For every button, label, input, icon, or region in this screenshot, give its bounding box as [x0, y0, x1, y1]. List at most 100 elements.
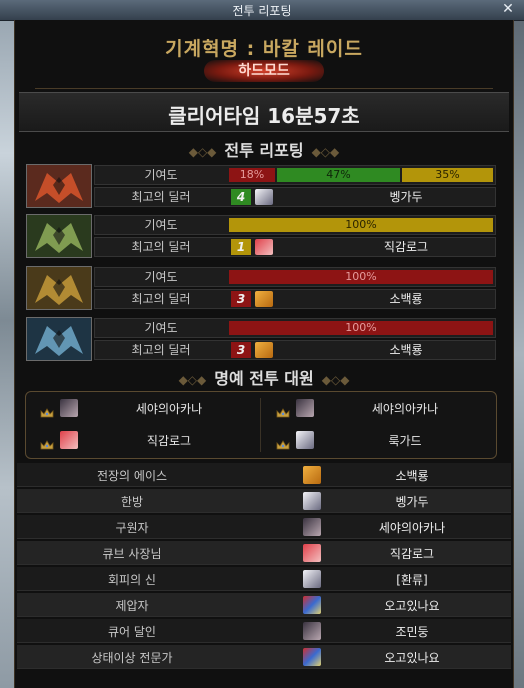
- award-title: 큐어 달인: [108, 625, 156, 639]
- honor-member-name: 룩가드: [388, 434, 422, 448]
- report-heading: 전투 리포팅: [224, 141, 304, 160]
- contribution-label: 기여도: [144, 168, 178, 182]
- dealer-name: 벵가두: [389, 190, 423, 204]
- boss-portrait: [26, 266, 92, 310]
- report-heading-row: ◆◇◆ 전투 리포팅 ◆◇◆: [15, 137, 513, 161]
- close-icon[interactable]: ✕: [500, 1, 516, 17]
- award-row: 한방 벵가두: [17, 489, 511, 513]
- window-titlebar: 전투 리포팅 ✕: [0, 0, 524, 21]
- difficulty-badge: 하드모드: [204, 60, 324, 82]
- contribution-bar: 47%: [277, 168, 400, 182]
- best-dealer-row: 최고의 딜러 1 직감로그: [94, 237, 496, 257]
- contribution-row: 기여도 100%: [94, 318, 496, 338]
- award-title: 제압자: [115, 599, 149, 613]
- award-recipient: [환류]: [396, 573, 428, 587]
- award-row: 상태이상 전문가 오고있나요: [17, 645, 511, 669]
- character-avatar: [296, 431, 314, 449]
- divider: [35, 88, 493, 89]
- award-recipient: 오고있나요: [384, 599, 440, 613]
- award-recipient: 오고있나요: [384, 651, 440, 665]
- award-title: 큐브 사장님: [102, 547, 162, 561]
- honor-heading-row: ◆◇◆ 명예 전투 대원 ◆◇◆: [15, 365, 513, 389]
- multi-color-avatar: [303, 648, 321, 666]
- honor-member-name: 직감로그: [146, 434, 192, 448]
- crown-icon: [276, 435, 290, 450]
- best-dealer-label: 최고의 딜러: [131, 292, 191, 306]
- contribution-bar: 100%: [229, 218, 493, 232]
- award-row: 전장의 에이스 소백룡: [17, 463, 511, 487]
- contribution-bar: 100%: [229, 270, 493, 284]
- award-title: 한방: [120, 495, 144, 509]
- contribution-row: 기여도 100%: [94, 215, 496, 235]
- rank-badge: 4: [231, 189, 251, 205]
- dealer-name: 소백룡: [389, 343, 423, 357]
- clear-time-box: 클리어타임 16분57초: [19, 92, 509, 132]
- honor-member: 세야의아카나: [262, 394, 496, 424]
- raid-title: 기계혁명 : 바칼 레이드: [165, 38, 363, 60]
- rank-badge: 3: [231, 291, 251, 307]
- award-title: 전장의 에이스: [96, 469, 168, 483]
- boss-row: 기여도 100% 최고의 딜러 1 직감로그: [26, 214, 496, 258]
- character-avatar: [296, 399, 314, 417]
- award-recipient: 세야의아카나: [378, 521, 446, 535]
- background-game-scene-left: [0, 20, 14, 688]
- dealer-name: 소백룡: [389, 292, 423, 306]
- boss-row: 기여도 100% 최고의 딜러 3 소백룡: [26, 266, 496, 310]
- ornament-right-icon: ◆◇◆: [321, 373, 350, 387]
- ornament-right-icon: ◆◇◆: [311, 145, 340, 159]
- best-dealer-label: 최고의 딜러: [131, 190, 191, 204]
- best-dealer-row: 최고의 딜러 4 벵가두: [94, 187, 496, 207]
- character-avatar: [60, 399, 78, 417]
- dark-hair-avatar: [303, 622, 321, 640]
- boss-portrait: [26, 214, 92, 258]
- honor-member: 룩가드: [262, 426, 496, 456]
- boss-stats: 기여도 100% 최고의 딜러 3 소백룡: [94, 266, 496, 310]
- best-dealer-label: 최고의 딜러: [131, 343, 191, 357]
- boss-row: 기여도 18% 47% 35% 최고의 딜러 4 벵가두: [26, 164, 496, 208]
- boss-stats: 기여도 18% 47% 35% 최고의 딜러 4 벵가두: [94, 164, 496, 208]
- honor-member-name: 세야의아카나: [135, 402, 203, 416]
- clear-time: 클리어타임 16분57초: [168, 104, 360, 128]
- ornament-left-icon: ◆◇◆: [178, 373, 207, 387]
- rank-badge: 1: [231, 239, 251, 255]
- best-dealer-row: 최고의 딜러 3 소백룡: [94, 289, 496, 309]
- award-recipient: 소백룡: [395, 469, 429, 483]
- character-avatar: [255, 239, 273, 255]
- award-recipient: 조민둥: [395, 625, 429, 639]
- award-recipient: 직감로그: [389, 547, 435, 561]
- crown-icon: [40, 403, 54, 418]
- divider: [260, 398, 261, 452]
- character-avatar: [255, 342, 273, 358]
- white-hair-avatar: [303, 570, 321, 588]
- contribution-bar: 35%: [402, 168, 493, 182]
- crown-icon: [40, 435, 54, 450]
- contribution-row: 기여도 100%: [94, 267, 496, 287]
- character-avatar: [60, 431, 78, 449]
- award-title: 상태이상 전문가: [91, 651, 173, 665]
- dealer-name: 직감로그: [383, 240, 429, 254]
- contribution-bar: 18%: [229, 168, 275, 182]
- contribution-label: 기여도: [144, 218, 178, 232]
- best-dealer-label: 최고의 딜러: [131, 240, 191, 254]
- multi-color-avatar: [303, 596, 321, 614]
- contribution-bar: 100%: [229, 321, 493, 335]
- contribution-label: 기여도: [144, 321, 178, 335]
- award-row: 큐어 달인 조민둥: [17, 619, 511, 643]
- contribution-label: 기여도: [144, 270, 178, 284]
- window-title: 전투 리포팅: [232, 4, 292, 18]
- award-recipient: 벵가두: [395, 495, 429, 509]
- honor-member-name: 세야의아카나: [371, 402, 439, 416]
- boss-portrait: [26, 164, 92, 208]
- ornament-left-icon: ◆◇◆: [188, 145, 217, 159]
- award-row: 구원자 세야의아카나: [17, 515, 511, 539]
- character-avatar: [255, 189, 273, 205]
- boss-row: 기여도 100% 최고의 딜러 3 소백룡: [26, 317, 496, 361]
- red-hair-avatar: [303, 544, 321, 562]
- best-dealer-row: 최고의 딜러 3 소백룡: [94, 340, 496, 360]
- award-row: 제압자 오고있나요: [17, 593, 511, 617]
- box-avatar: [303, 466, 321, 484]
- honor-member: 세야의아카나: [26, 394, 260, 424]
- award-title: 회피의 신: [108, 573, 156, 587]
- award-title: 구원자: [115, 521, 149, 535]
- honor-member: 직감로그: [26, 426, 260, 456]
